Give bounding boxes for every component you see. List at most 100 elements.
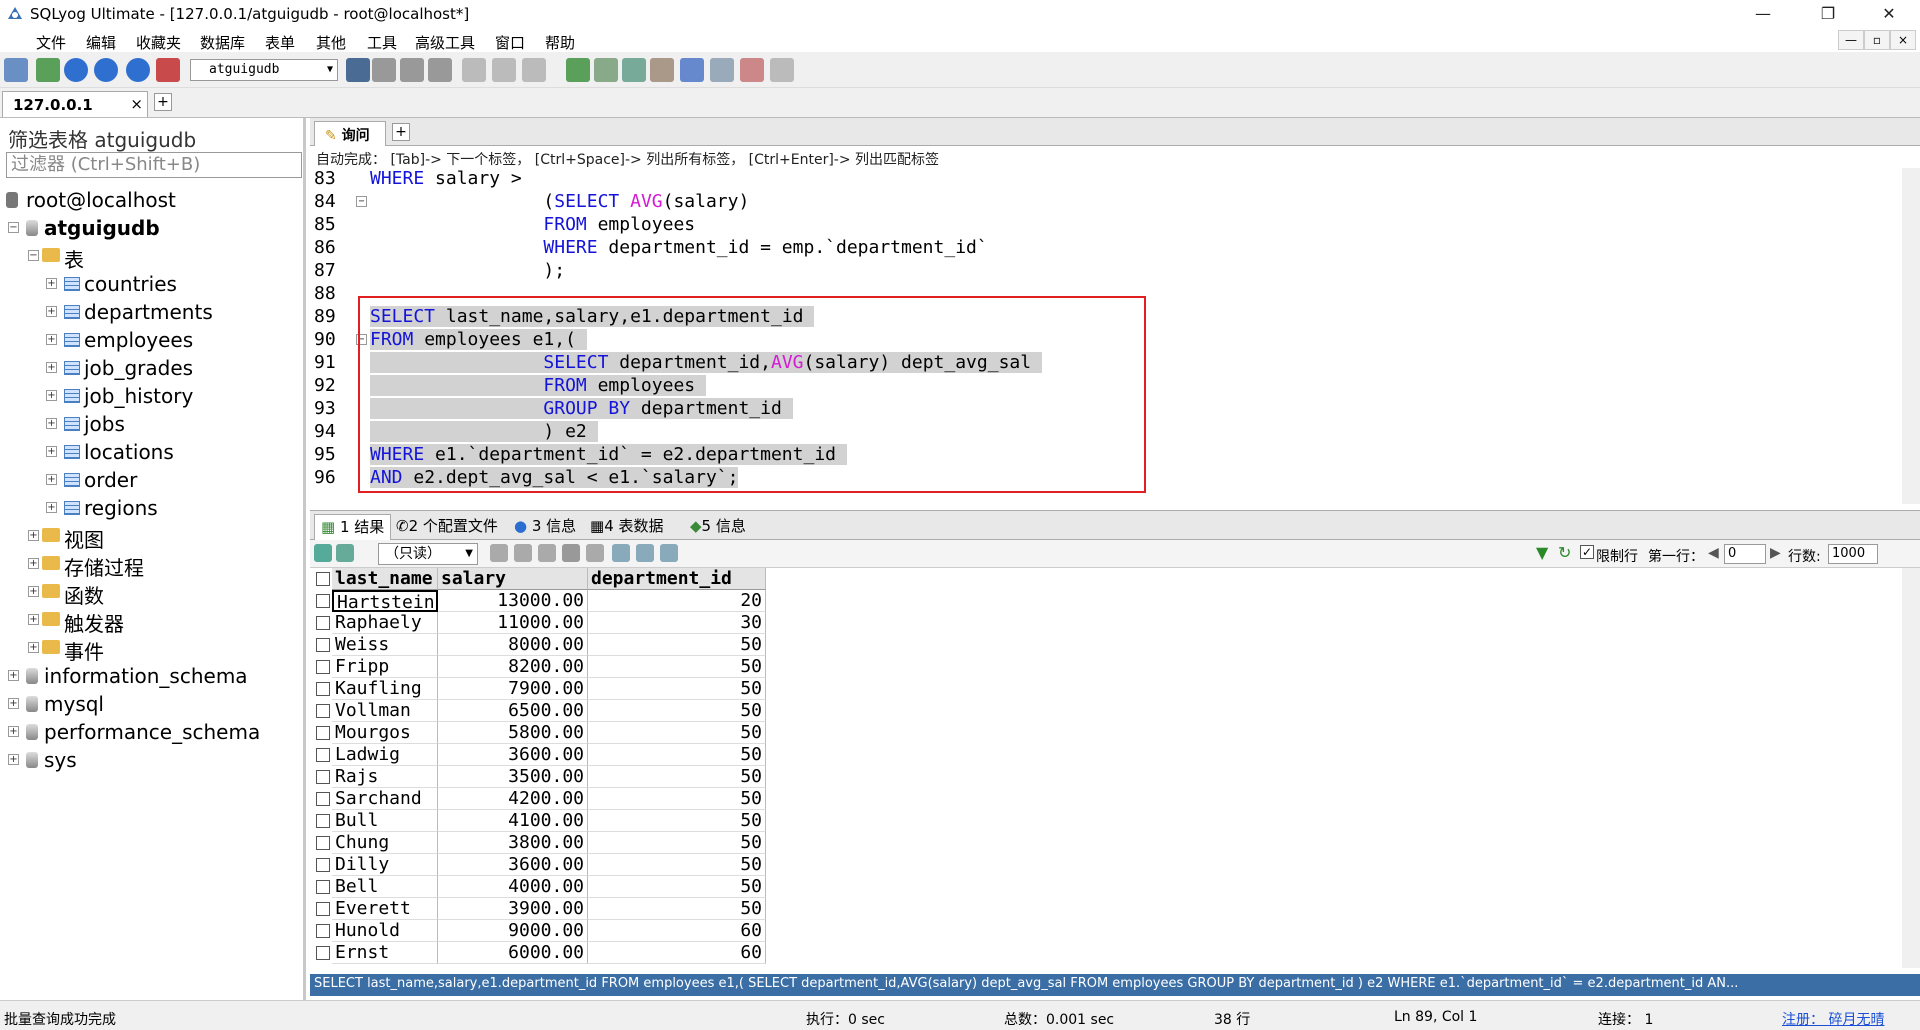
mdi-restore-button[interactable]: ▫ bbox=[1864, 30, 1890, 50]
minimize-button[interactable]: — bbox=[1740, 0, 1786, 28]
first-row-input[interactable]: 0 bbox=[1724, 544, 1766, 564]
limit-rows-checkbox[interactable]: ✓ bbox=[1580, 545, 1594, 559]
column-header[interactable]: salary bbox=[438, 568, 588, 590]
table-cell[interactable]: 60 bbox=[588, 942, 766, 964]
table-cell[interactable]: Bull bbox=[332, 810, 438, 832]
expand-icon[interactable]: + bbox=[28, 586, 39, 597]
prev-page-icon[interactable]: ◀ bbox=[1708, 545, 1719, 561]
table-cell[interactable]: Mourgos bbox=[332, 722, 438, 744]
table-cell[interactable]: 4000.00 bbox=[438, 876, 588, 898]
table-cell[interactable]: 3900.00 bbox=[438, 898, 588, 920]
table-cell[interactable]: Vollman bbox=[332, 700, 438, 722]
table-cell[interactable]: Raphaely bbox=[332, 612, 438, 634]
execute-icon[interactable] bbox=[64, 58, 88, 82]
mdi-minimize-button[interactable]: — bbox=[1838, 30, 1864, 50]
schema-designer-icon[interactable] bbox=[462, 58, 486, 82]
new-query-icon[interactable] bbox=[36, 58, 60, 82]
save-icon[interactable] bbox=[538, 544, 556, 562]
expand-icon[interactable]: + bbox=[8, 726, 19, 737]
table-cell[interactable]: 50 bbox=[588, 788, 766, 810]
connection-tab[interactable]: 127.0.0.1 × bbox=[2, 91, 148, 117]
table-cell[interactable]: 60 bbox=[588, 920, 766, 942]
filter-icon[interactable]: ▼ bbox=[1536, 543, 1548, 562]
table-cell[interactable]: 8200.00 bbox=[438, 656, 588, 678]
expand-icon[interactable]: + bbox=[28, 642, 39, 653]
table-cell[interactable]: Ernst bbox=[332, 942, 438, 964]
table-cell[interactable]: 11000.00 bbox=[438, 612, 588, 634]
expand-icon[interactable]: + bbox=[46, 278, 57, 289]
menu-advanced-tools[interactable]: 高级工具 bbox=[415, 32, 475, 53]
insert-row-icon[interactable] bbox=[490, 544, 508, 562]
add-query-tab-button[interactable]: + bbox=[392, 123, 410, 141]
collapse-icon[interactable]: − bbox=[8, 222, 19, 233]
table-cell[interactable]: 50 bbox=[588, 766, 766, 788]
row-checkbox[interactable] bbox=[316, 638, 330, 652]
table-cell[interactable]: 50 bbox=[588, 810, 766, 832]
menu-help[interactable]: 帮助 bbox=[545, 32, 575, 53]
row-checkbox[interactable] bbox=[316, 792, 330, 806]
table-cell[interactable]: 3800.00 bbox=[438, 832, 588, 854]
column-header[interactable]: department_id bbox=[588, 568, 766, 590]
grid-view-icon[interactable] bbox=[612, 544, 630, 562]
table-cell[interactable]: 6500.00 bbox=[438, 700, 588, 722]
row-checkbox[interactable] bbox=[316, 594, 330, 608]
new-connection-icon[interactable] bbox=[4, 58, 28, 82]
expand-icon[interactable]: + bbox=[46, 418, 57, 429]
row-checkbox[interactable] bbox=[316, 858, 330, 872]
table-cell[interactable]: 4100.00 bbox=[438, 810, 588, 832]
restore-icon[interactable] bbox=[400, 58, 424, 82]
tab-info[interactable]: ◆5 信息 bbox=[690, 515, 746, 536]
execute-all-icon[interactable] bbox=[94, 58, 118, 82]
duplicate-row-icon[interactable] bbox=[514, 544, 532, 562]
tab-result[interactable]: ▦ 1 结果 bbox=[314, 514, 392, 540]
table-cell[interactable]: 50 bbox=[588, 854, 766, 876]
refresh-icon[interactable] bbox=[126, 58, 150, 82]
delete-icon[interactable] bbox=[562, 544, 580, 562]
menu-database[interactable]: 数据库 bbox=[200, 32, 245, 53]
row-checkbox[interactable] bbox=[316, 814, 330, 828]
close-button[interactable]: ✕ bbox=[1866, 0, 1912, 28]
fold-icon[interactable]: − bbox=[356, 196, 367, 207]
expand-icon[interactable]: + bbox=[28, 614, 39, 625]
table-cell[interactable]: 7900.00 bbox=[438, 678, 588, 700]
table-cell[interactable]: 20 bbox=[588, 590, 766, 612]
refresh-icon[interactable]: ↻ bbox=[1558, 543, 1571, 562]
mdi-close-button[interactable]: × bbox=[1890, 30, 1916, 50]
table-cell[interactable]: Kaufling bbox=[332, 678, 438, 700]
table-cell[interactable]: Weiss bbox=[332, 634, 438, 656]
table-cell[interactable]: Chung bbox=[332, 832, 438, 854]
table-cell[interactable]: 6000.00 bbox=[438, 942, 588, 964]
table-cell[interactable]: Ladwig bbox=[332, 744, 438, 766]
tab-table-data[interactable]: ▦4 表数据 bbox=[590, 515, 664, 536]
row-checkbox[interactable] bbox=[316, 682, 330, 696]
copy-db-icon[interactable] bbox=[594, 58, 618, 82]
schema-compare-icon[interactable] bbox=[770, 58, 794, 82]
table-cell[interactable]: 3500.00 bbox=[438, 766, 588, 788]
database-selector[interactable]: atguigudb ▼ bbox=[190, 59, 338, 81]
table-cell[interactable]: 50 bbox=[588, 898, 766, 920]
table-cell[interactable]: 5800.00 bbox=[438, 722, 588, 744]
expand-icon[interactable]: + bbox=[28, 558, 39, 569]
text-view-icon[interactable] bbox=[660, 544, 678, 562]
table-cell[interactable]: Sarchand bbox=[332, 788, 438, 810]
monitor-icon[interactable] bbox=[710, 58, 734, 82]
row-checkbox[interactable] bbox=[316, 902, 330, 916]
table-cell[interactable]: Dilly bbox=[332, 854, 438, 876]
menu-window[interactable]: 窗口 bbox=[495, 32, 525, 53]
table-cell[interactable]: 9000.00 bbox=[438, 920, 588, 942]
row-checkbox[interactable] bbox=[316, 924, 330, 938]
menu-others[interactable]: 其他 bbox=[316, 32, 346, 53]
expand-icon[interactable]: + bbox=[46, 390, 57, 401]
table-cell[interactable]: 50 bbox=[588, 634, 766, 656]
import-icon[interactable] bbox=[336, 544, 354, 562]
editor-scrollbar[interactable] bbox=[1902, 168, 1920, 504]
expand-icon[interactable]: + bbox=[28, 530, 39, 541]
table-cell[interactable]: 13000.00 bbox=[438, 590, 588, 612]
row-checkbox[interactable] bbox=[316, 704, 330, 718]
tab-query[interactable]: ✎ 询问 bbox=[314, 121, 386, 147]
profiler-icon[interactable] bbox=[740, 58, 764, 82]
menu-favorites[interactable]: 收藏夹 bbox=[136, 32, 181, 53]
table-cell[interactable]: 3600.00 bbox=[438, 744, 588, 766]
query-builder-icon[interactable] bbox=[492, 58, 516, 82]
expand-icon[interactable]: + bbox=[8, 670, 19, 681]
